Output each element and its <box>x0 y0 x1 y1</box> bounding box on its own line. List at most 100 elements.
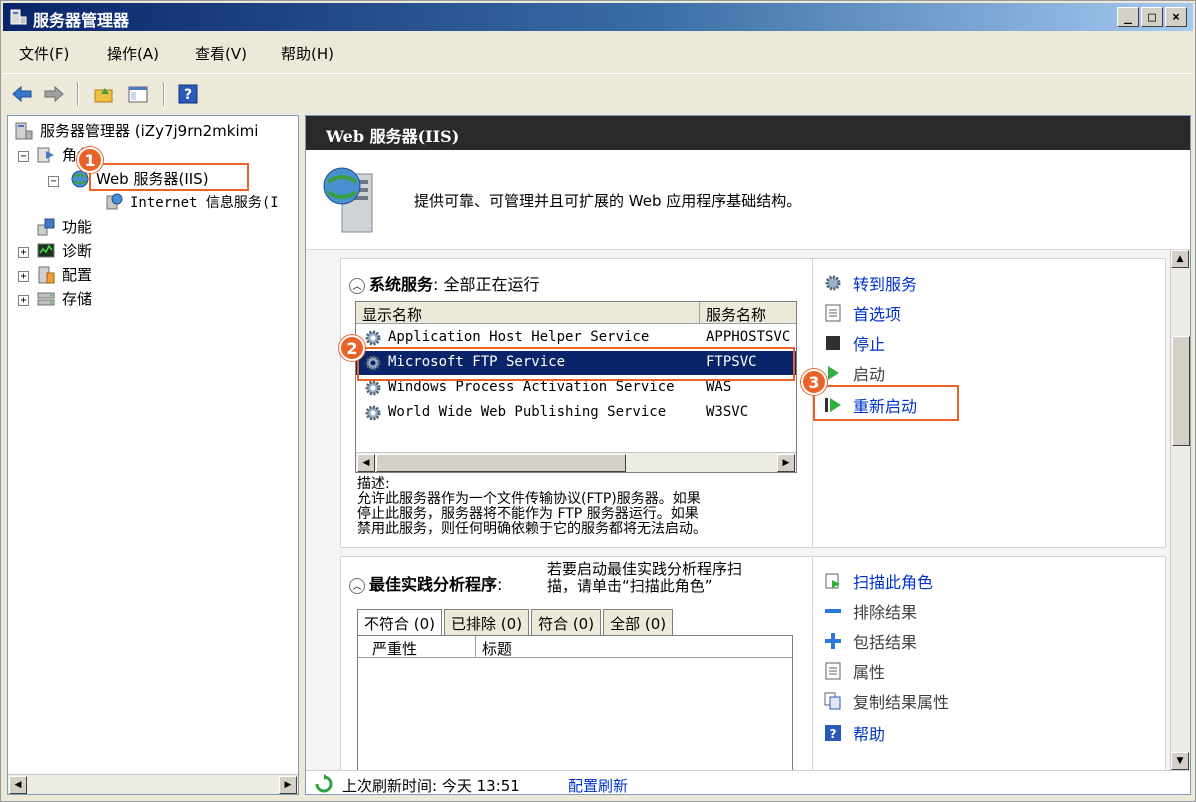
action-label: 帮助 <box>853 725 886 744</box>
tree-expander-config[interactable]: + <box>18 271 29 282</box>
help-icon[interactable]: ? <box>175 82 201 106</box>
action-label: 属性 <box>853 663 886 682</box>
menu-file[interactable]: 文件(F) <box>19 43 69 64</box>
role-summary: 提供可靠、可管理并且可扩展的 Web 应用程序基础结构。 <box>306 150 1190 250</box>
service-row[interactable]: World Wide Web Publishing Service W3SVC <box>356 401 796 425</box>
configure-refresh-link[interactable]: 配置刷新 <box>568 775 628 794</box>
scan-role-action[interactable]: 扫描此角色 <box>823 569 933 593</box>
column-service-name[interactable]: 服务名称 <box>700 302 796 324</box>
column-title[interactable]: 标题 <box>476 636 676 658</box>
scan-icon <box>823 571 843 591</box>
svg-text:?: ? <box>830 727 837 741</box>
tree-item-features[interactable]: 功能 <box>36 216 92 237</box>
bpa-header[interactable]: ︿ 最佳实践分析程序: <box>349 571 502 595</box>
scroll-left-button[interactable]: ◀ <box>9 776 27 794</box>
collapse-icon[interactable]: ︿ <box>349 277 365 294</box>
copy-result-properties-action[interactable]: 复制结果属性 <box>823 689 949 713</box>
highlight-box-restart <box>813 385 959 421</box>
service-code: APPHOSTSVC <box>706 329 791 345</box>
title-bar[interactable]: 服务器管理器 _ □ × <box>3 3 1193 31</box>
tree-item-server-manager[interactable]: 服务器管理器 (iZy7j9rn2mkimi <box>14 120 258 141</box>
gear-icon <box>823 273 843 293</box>
tree-expander-web[interactable]: − <box>48 176 59 187</box>
system-services-panel: ︿ 系统服务: 全部正在运行 显示名称 服务名称 Application Host… <box>340 258 826 548</box>
storage-icon <box>37 292 55 305</box>
services-list-header: 显示名称 服务名称 <box>356 302 796 324</box>
system-services-header[interactable]: ︿ 系统服务: 全部正在运行 <box>349 271 540 295</box>
column-severity[interactable]: 严重性 <box>366 636 476 658</box>
close-button[interactable]: × <box>1165 7 1187 27</box>
services-horizontal-scrollbar[interactable]: ◀ ▶ <box>356 452 796 472</box>
forward-icon[interactable] <box>41 82 67 106</box>
show-hide-console-icon[interactable] <box>125 82 151 106</box>
scroll-right-button[interactable]: ▶ <box>279 776 297 794</box>
tab-all[interactable]: 全部 (0) <box>603 609 674 635</box>
properties-action[interactable]: 属性 <box>823 659 885 683</box>
minimize-button[interactable]: _ <box>1117 7 1139 27</box>
scroll-up-button[interactable]: ▲ <box>1171 250 1189 268</box>
service-description: 描述: 允许此服务器作为一个文件传输协议(FTP)服务器。如果 停止此服务，服务… <box>357 477 817 537</box>
best-practices-panel: ︿ 最佳实践分析程序: 若要启动最佳实践分析程序扫 描，请单击“扫描此角色” 不符… <box>340 556 826 776</box>
hint-line: 描，请单击“扫描此角色” <box>547 577 713 595</box>
tree-horizontal-scrollbar[interactable]: ◀ ▶ <box>8 774 298 794</box>
menu-view[interactable]: 查看(V) <box>195 43 247 64</box>
tree-item-config[interactable]: 配置 <box>36 264 92 285</box>
service-display-name: Application Host Helper Service <box>388 329 650 345</box>
services-list[interactable]: 显示名称 服务名称 Application Host Helper Servic… <box>355 301 797 473</box>
gear-icon <box>365 330 381 346</box>
menu-action[interactable]: 操作(A) <box>107 43 159 64</box>
tab-noncompliant[interactable]: 不符合 (0) <box>357 609 443 635</box>
tree-item-storage[interactable]: 存储 <box>36 288 92 309</box>
back-icon[interactable] <box>9 82 35 106</box>
bpa-actions: 扫描此角色 排除结果 包括结果 属性 复制结果属性 ? 帮助 <box>812 556 1166 776</box>
tree-item-diagnostics[interactable]: 诊断 <box>36 240 92 261</box>
preferences-action[interactable]: 首选项 <box>823 301 901 325</box>
scroll-left-button[interactable]: ◀ <box>357 454 375 472</box>
start-action[interactable]: 启动 <box>823 361 885 385</box>
service-code: WAS <box>706 379 732 395</box>
scroll-thumb[interactable] <box>376 454 626 472</box>
tab-excluded[interactable]: 已排除 (0) <box>444 609 530 635</box>
collapse-icon[interactable]: ︿ <box>349 577 365 594</box>
goto-services-action[interactable]: 转到服务 <box>823 271 917 295</box>
bpa-tabs: 不符合 (0) 已排除 (0) 符合 (0) 全部 (0) <box>357 609 675 635</box>
hint-line: 若要启动最佳实践分析程序扫 <box>547 560 743 578</box>
menu-help[interactable]: 帮助(H) <box>281 43 334 64</box>
column-display-name[interactable]: 显示名称 <box>356 302 700 324</box>
scroll-thumb[interactable] <box>1172 336 1190 446</box>
tree-expander-roles[interactable]: − <box>18 151 29 162</box>
details-vertical-scrollbar[interactable]: ▲ ▼ <box>1170 250 1190 770</box>
refresh-icon <box>315 774 333 793</box>
tree-label: Internet 信息服务(I <box>130 195 279 211</box>
scroll-down-button[interactable]: ▼ <box>1171 752 1189 770</box>
action-label: 排除结果 <box>853 603 918 622</box>
service-display-name: Windows Process Activation Service <box>388 379 675 395</box>
help-action[interactable]: ? 帮助 <box>823 721 885 745</box>
stop-action[interactable]: 停止 <box>823 331 885 355</box>
tree-expander-storage[interactable]: + <box>18 295 29 306</box>
scroll-right-button[interactable]: ▶ <box>777 454 795 472</box>
server-manager-window: 服务器管理器 _ □ × 文件(F) 操作(A) 查看(V) 帮助(H) ? 服… <box>0 0 1196 802</box>
maximize-button[interactable]: □ <box>1141 7 1163 27</box>
pane-header: Web 服务器(IIS) <box>306 116 1190 150</box>
action-label: 扫描此角色 <box>853 573 934 592</box>
action-label: 包括结果 <box>853 633 918 652</box>
include-result-action[interactable]: 包括结果 <box>823 629 917 653</box>
configuration-icon <box>38 266 55 283</box>
help-icon: ? <box>823 723 843 743</box>
tree-item-iis-manager[interactable]: Internet 信息服务(I <box>104 192 279 212</box>
step-callout-3: 3 <box>801 369 827 395</box>
properties-icon <box>823 661 843 681</box>
navigation-tree: 服务器管理器 (iZy7j9rn2mkimi − 角色 − Web 服务器(II… <box>7 115 299 795</box>
step-callout-1: 1 <box>77 147 103 173</box>
tree-expander-diagnostics[interactable]: + <box>18 247 29 258</box>
action-label: 复制结果属性 <box>853 693 950 712</box>
service-display-name: World Wide Web Publishing Service <box>388 404 667 420</box>
tab-compliant[interactable]: 符合 (0) <box>531 609 602 635</box>
up-folder-icon[interactable] <box>91 82 117 106</box>
action-label: 首选项 <box>853 305 902 324</box>
exclude-result-action[interactable]: 排除结果 <box>823 599 917 623</box>
tree-label: 存储 <box>62 290 93 308</box>
tree-label: 功能 <box>62 218 93 236</box>
bpa-results-list[interactable]: 严重性 标题 <box>357 635 793 775</box>
